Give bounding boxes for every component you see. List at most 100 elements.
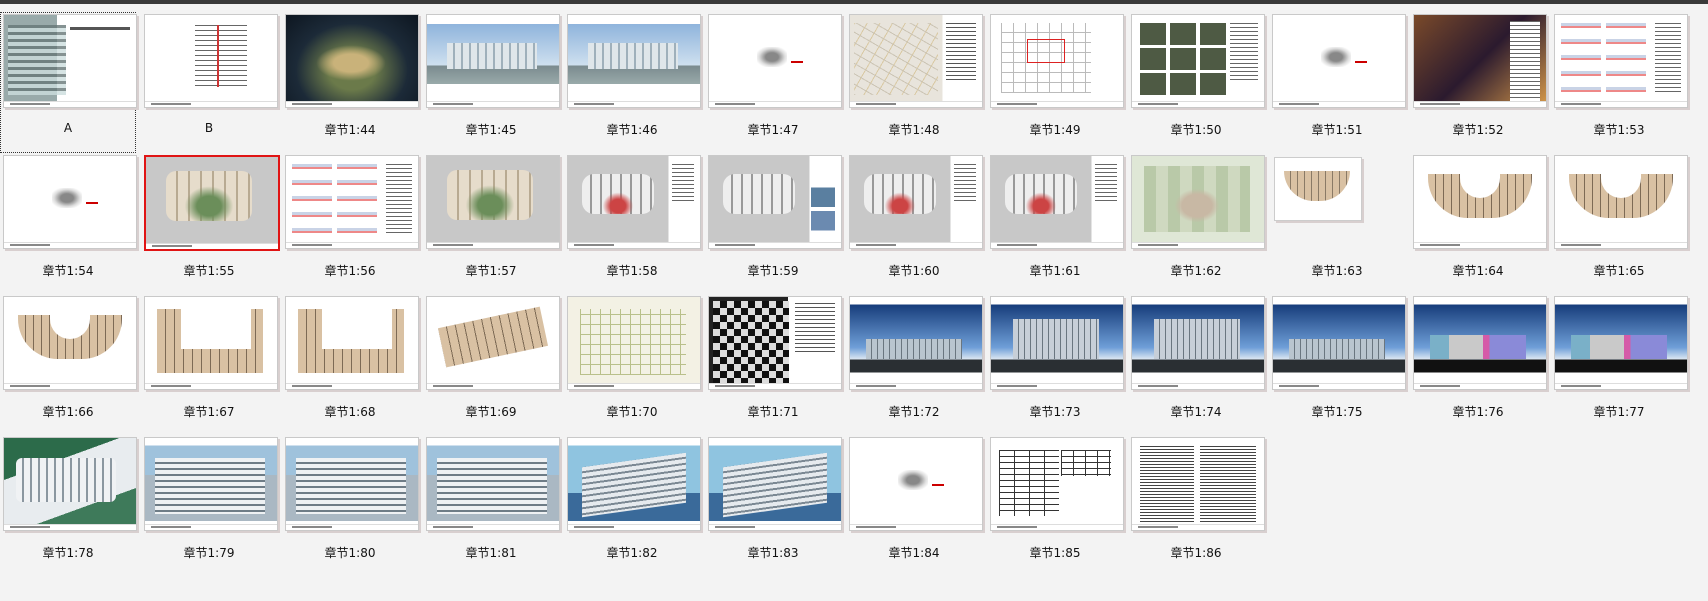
slide-thumbnail-image[interactable] — [1272, 296, 1406, 390]
slide-thumbnail-item[interactable]: 章节1:78 — [0, 435, 137, 576]
slide-thumbnail-item[interactable]: 章节1:59 — [705, 153, 842, 294]
slide-thumbnail-image[interactable] — [1272, 14, 1406, 108]
slide-thumbnail-item[interactable]: 章节1:49 — [987, 12, 1124, 153]
slide-thumbnail-item[interactable]: 章节1:67 — [141, 294, 278, 435]
slide-thumbnail-item[interactable]: 章节1:55 — [141, 153, 280, 294]
slide-thumbnail-item[interactable]: 章节1:63 — [1269, 153, 1405, 294]
slide-thumbnail-image[interactable] — [285, 296, 419, 390]
slide-footer-strip — [145, 383, 277, 389]
slide-thumbnail-item[interactable]: 章节1:64 — [1410, 153, 1547, 294]
slide-thumbnail-image[interactable] — [1131, 296, 1265, 390]
slide-thumbnail-item[interactable]: 章节1:76 — [1410, 294, 1547, 435]
slide-thumbnail-image[interactable] — [567, 296, 701, 390]
slide-thumbnail-image[interactable] — [426, 14, 560, 108]
slide-thumbnail-image[interactable] — [285, 14, 419, 108]
slide-thumbnail-item[interactable]: 章节1:58 — [564, 153, 701, 294]
slide-thumbnail-item[interactable]: 章节1:56 — [282, 153, 419, 294]
slide-thumbnail-image[interactable] — [1131, 437, 1265, 531]
slide-thumbnail-image[interactable] — [708, 155, 842, 249]
slide-thumbnail-image[interactable] — [426, 296, 560, 390]
slide-thumbnail-item[interactable]: 章节1:57 — [423, 153, 560, 294]
slide-thumbnail-item[interactable]: 章节1:65 — [1551, 153, 1688, 294]
slide-thumbnail-item[interactable]: 章节1:61 — [987, 153, 1124, 294]
slide-thumbnail-image[interactable] — [1554, 155, 1688, 249]
slide-thumbnail-image[interactable] — [426, 155, 560, 249]
slide-thumbnail-image[interactable] — [426, 437, 560, 531]
slide-thumbnail-image[interactable] — [1554, 296, 1688, 390]
slide-thumbnail-item[interactable]: 章节1:60 — [846, 153, 983, 294]
slide-thumbnail-image[interactable] — [567, 155, 701, 249]
slide-thumbnail-item[interactable]: 章节1:44 — [282, 12, 419, 153]
slide-thumbnail-image[interactable] — [144, 14, 278, 108]
slide-thumbnail-item[interactable]: 章节1:84 — [846, 435, 983, 576]
slide-thumbnail-item[interactable]: 章节1:46 — [564, 12, 701, 153]
slide-thumbnail-image[interactable] — [3, 155, 137, 249]
slide-thumbnail-image[interactable] — [1413, 14, 1547, 108]
slide-thumbnail-item[interactable]: 章节1:69 — [423, 294, 560, 435]
slide-footer-strip — [286, 383, 418, 389]
slide-thumbnail-image[interactable] — [990, 155, 1124, 249]
slide-thumbnail-image[interactable] — [1272, 155, 1404, 247]
slide-thumbnail-image[interactable] — [285, 437, 419, 531]
slide-thumbnail-image[interactable] — [849, 437, 983, 531]
slide-thumbnail-image[interactable] — [708, 437, 842, 531]
slide-thumbnail-image[interactable] — [567, 14, 701, 108]
slide-thumbnail-image[interactable] — [567, 437, 701, 531]
slide-thumbnail-item[interactable]: 章节1:66 — [0, 294, 137, 435]
slide-thumbnail-image[interactable] — [849, 296, 983, 390]
slide-footer-strip — [1555, 242, 1687, 248]
slide-thumbnail-item[interactable]: 章节1:62 — [1128, 153, 1265, 294]
slide-label: 章节1:66 — [42, 405, 94, 419]
slide-thumbnail-item[interactable]: 章节1:68 — [282, 294, 419, 435]
slide-thumbnail-image[interactable] — [1554, 14, 1688, 108]
slide-thumbnail-image[interactable] — [708, 14, 842, 108]
slide-thumbnail-image[interactable] — [1413, 296, 1547, 390]
slide-thumbnail-image[interactable] — [3, 14, 137, 108]
slide-thumbnail-item[interactable]: 章节1:77 — [1551, 294, 1688, 435]
slide-thumbnail-image[interactable] — [3, 296, 137, 390]
slide-thumbnail-item[interactable]: 章节1:52 — [1410, 12, 1547, 153]
slide-thumbnail-item[interactable]: 章节1:45 — [423, 12, 560, 153]
slide-thumbnail-image[interactable] — [990, 14, 1124, 108]
slide-thumbnail-image[interactable] — [1131, 155, 1265, 249]
slide-thumbnail-image[interactable] — [849, 14, 983, 108]
slide-thumbnail-item[interactable]: 章节1:86 — [1128, 435, 1265, 576]
slide-thumbnail-image[interactable] — [708, 296, 842, 390]
slide-thumbnail-item[interactable]: 章节1:47 — [705, 12, 842, 153]
slide-thumbnail-image[interactable] — [990, 296, 1124, 390]
slide-footer-strip — [1414, 242, 1546, 248]
slide-thumbnail-item[interactable]: 章节1:82 — [564, 435, 701, 576]
slide-thumbnail-item[interactable]: 章节1:51 — [1269, 12, 1406, 153]
slide-thumbnail-image[interactable] — [144, 296, 278, 390]
slide-thumbnail-item[interactable]: 章节1:53 — [1551, 12, 1688, 153]
slide-thumbnail-item[interactable]: B — [141, 12, 278, 153]
slide-thumbnail-image[interactable] — [285, 155, 419, 249]
slide-label: 章节1:59 — [747, 264, 799, 278]
slide-thumbnail-item[interactable]: 章节1:81 — [423, 435, 560, 576]
slide-thumbnail-image[interactable] — [990, 437, 1124, 531]
slide-thumbnail-item[interactable]: 章节1:70 — [564, 294, 701, 435]
slide-thumbnail-item[interactable]: 章节1:71 — [705, 294, 842, 435]
slide-thumbnail-image[interactable] — [144, 155, 280, 251]
slide-thumbnail-item[interactable]: 章节1:79 — [141, 435, 278, 576]
slide-thumbnail-image[interactable] — [3, 437, 137, 531]
slide-thumbnail-item[interactable]: A — [0, 12, 137, 153]
slide-label: 章节1:44 — [324, 123, 376, 137]
slide-thumbnail-item[interactable]: 章节1:73 — [987, 294, 1124, 435]
slide-thumbnail-image[interactable] — [1413, 155, 1547, 249]
slide-footer-strip — [286, 524, 418, 530]
slide-thumbnail-item[interactable]: 章节1:72 — [846, 294, 983, 435]
slide-thumbnail-item[interactable]: 章节1:85 — [987, 435, 1124, 576]
slide-thumbnail-item[interactable]: 章节1:74 — [1128, 294, 1265, 435]
slide-thumbnail-item[interactable]: 章节1:50 — [1128, 12, 1265, 153]
slide-thumbnail-image[interactable] — [1131, 14, 1265, 108]
slide-thumbnail-item[interactable]: 章节1:80 — [282, 435, 419, 576]
slide-thumbnail-item[interactable]: 章节1:54 — [0, 153, 137, 294]
slide-thumbnail-item[interactable]: 章节1:83 — [705, 435, 842, 576]
slide-thumbnail-image[interactable] — [144, 437, 278, 531]
slide-footer-strip — [286, 101, 418, 107]
slide-thumbnail-item[interactable]: 章节1:75 — [1269, 294, 1406, 435]
slide-label: 章节1:48 — [888, 123, 940, 137]
slide-thumbnail-image[interactable] — [849, 155, 983, 249]
slide-thumbnail-item[interactable]: 章节1:48 — [846, 12, 983, 153]
